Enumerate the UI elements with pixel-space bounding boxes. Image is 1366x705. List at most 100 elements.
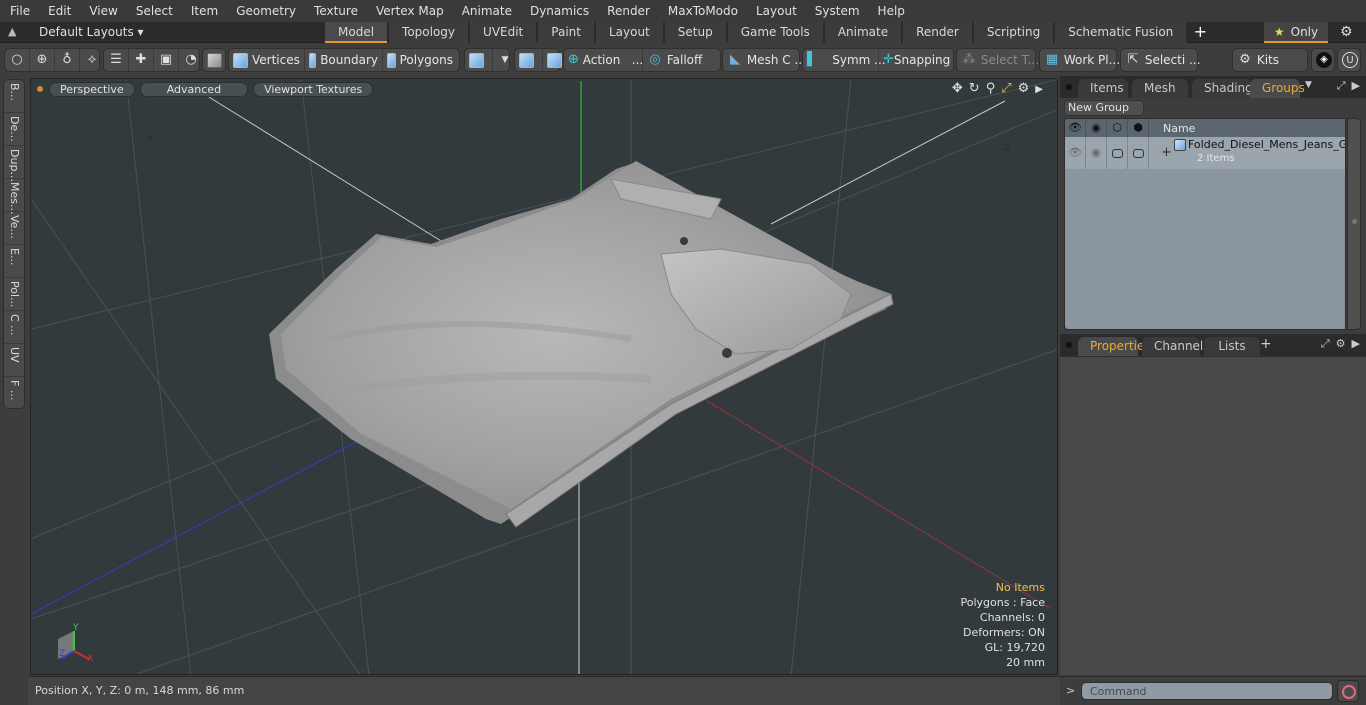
new-group-button[interactable]: New Group: [1064, 100, 1144, 116]
left-tab-basic[interactable]: B...: [4, 80, 24, 113]
viewport-expand-arrow-icon[interactable]: ▶: [1035, 81, 1043, 98]
render-column-icon[interactable]: ◉: [1086, 119, 1107, 137]
tab-game-tools[interactable]: Game Tools: [727, 22, 825, 43]
lock-column-icon[interactable]: ⬡: [1107, 119, 1128, 137]
add-tab-button[interactable]: +: [1188, 22, 1212, 43]
tab-animate[interactable]: Animate: [824, 22, 904, 43]
left-tab-fusion[interactable]: F ...: [4, 377, 24, 410]
left-tab-vertex[interactable]: Ve...: [4, 212, 24, 245]
falloff-button[interactable]: ◎ Falloff: [643, 49, 720, 71]
panel-menu-dot[interactable]: [1066, 84, 1072, 90]
viewport-menu-dot[interactable]: [37, 86, 43, 92]
selection-sets-button[interactable]: ⇱ Selecti ...: [1121, 49, 1204, 71]
name-column-header[interactable]: Name: [1149, 122, 1195, 135]
left-tab-deform[interactable]: De...: [4, 113, 24, 146]
action-center-button[interactable]: ⊕ Action ...: [564, 49, 643, 71]
left-tab-edge[interactable]: E...: [4, 245, 24, 278]
item-mode-button[interactable]: [203, 49, 230, 71]
lock-toggle[interactable]: [1107, 137, 1128, 169]
globe-button[interactable]: ⊕: [30, 49, 55, 71]
view-perspective-button[interactable]: Perspective: [49, 81, 135, 97]
group-name[interactable]: Folded_Diesel_Mens_Jeans_G...: [1188, 138, 1345, 151]
visibility-column-icon[interactable]: 👁: [1065, 119, 1086, 137]
menu-maxtomodo[interactable]: MaxToModo: [658, 0, 746, 22]
align-button[interactable]: ☰: [104, 49, 129, 71]
work-plane-button[interactable]: ▦ Work Pl...: [1040, 49, 1124, 71]
select-column-icon[interactable]: ⬢: [1128, 119, 1149, 137]
tab-paint[interactable]: Paint: [538, 22, 596, 43]
polygons-button[interactable]: Polygons: [383, 49, 457, 71]
expand-panel-icon[interactable]: ⤢: [1321, 337, 1330, 351]
uv-cross-button[interactable]: ✚: [129, 49, 154, 71]
tab-properties[interactable]: Properties: [1078, 337, 1151, 356]
tab-channels[interactable]: Channels: [1142, 337, 1210, 356]
tab-model[interactable]: Model: [325, 22, 390, 43]
tab-layout[interactable]: Layout: [595, 22, 665, 43]
left-tab-polygon[interactable]: Pol...: [4, 278, 24, 311]
unreal-button[interactable]: U: [1338, 49, 1362, 71]
expand-group-button[interactable]: +: [1161, 145, 1172, 160]
menu-file[interactable]: File: [0, 0, 38, 22]
dial-button[interactable]: ◔: [179, 49, 203, 71]
tab-topology[interactable]: Topology: [389, 22, 471, 43]
menu-help[interactable]: Help: [868, 0, 913, 22]
panel-menu-dot[interactable]: [1066, 342, 1072, 348]
menu-item[interactable]: Item: [181, 0, 226, 22]
group-row[interactable]: 👁 ◉ + Folded_Diesel_Mens_Jeans_G... 2 It…: [1065, 137, 1345, 169]
pen-button[interactable]: ♁: [55, 49, 80, 71]
menu-system[interactable]: System: [805, 0, 868, 22]
3d-viewport[interactable]: Y X Z -X -Z Perspective Advanced Viewpor…: [30, 78, 1058, 675]
menu-texture[interactable]: Texture: [304, 0, 366, 22]
tab-render[interactable]: Render: [903, 22, 974, 43]
tab-groups[interactable]: Groups: [1250, 79, 1305, 98]
tab-shading[interactable]: Shading: [1192, 79, 1253, 98]
rotate-icon[interactable]: ↻: [969, 81, 980, 98]
only-toggle[interactable]: ★ Only: [1264, 22, 1328, 43]
lasso-button[interactable]: ⟡: [80, 49, 104, 71]
pivot-button[interactable]: [515, 49, 543, 71]
material-mode-button[interactable]: [465, 49, 493, 71]
tab-mesh[interactable]: Mesh ...: [1132, 79, 1188, 113]
unity-button[interactable]: ◈: [1312, 49, 1336, 71]
collapse-up-icon[interactable]: ▲: [8, 25, 20, 39]
menu-animate[interactable]: Animate: [452, 0, 520, 22]
left-tab-curve[interactable]: C ...: [4, 311, 24, 344]
tab-scripting[interactable]: Scripting: [973, 22, 1056, 43]
groups-scrollbar[interactable]: [1347, 118, 1361, 330]
expand-panel-icon[interactable]: ⤢: [1337, 79, 1346, 93]
kits-button[interactable]: ⚙ Kits: [1233, 49, 1283, 71]
viewport-gear-icon[interactable]: ⚙: [1018, 81, 1030, 98]
render-toggle-icon[interactable]: ◉: [1086, 137, 1107, 169]
viewport-textures-button[interactable]: Viewport Textures: [253, 81, 374, 97]
left-tab-uv[interactable]: UV: [4, 344, 24, 377]
menu-dynamics[interactable]: Dynamics: [520, 0, 597, 22]
mesh-constraint-button[interactable]: ◣ Mesh C ...: [723, 49, 810, 71]
left-tab-mesh-edit[interactable]: Mes...: [4, 179, 24, 214]
tab-uvedit[interactable]: UVEdit: [470, 22, 539, 43]
circle-select-button[interactable]: ○: [5, 49, 30, 71]
tabs-dropdown-icon[interactable]: ▼: [1305, 80, 1312, 90]
record-macro-button[interactable]: [1337, 680, 1359, 702]
vertices-button[interactable]: Vertices: [229, 49, 305, 71]
panel-arrow-icon[interactable]: ▶: [1352, 79, 1360, 93]
layout-selector[interactable]: Default Layouts ▾: [39, 22, 144, 43]
command-input[interactable]: [1081, 682, 1333, 700]
menu-vertex-map[interactable]: Vertex Map: [366, 0, 452, 22]
menu-select[interactable]: Select: [126, 0, 181, 22]
tab-lists[interactable]: Lists: [1204, 337, 1260, 356]
menu-edit[interactable]: Edit: [38, 0, 79, 22]
snapping-button[interactable]: ✛ Snapping: [879, 49, 953, 71]
tab-items[interactable]: Items: [1078, 79, 1128, 98]
gear-icon[interactable]: ⚙: [1340, 22, 1353, 43]
shading-advanced-button[interactable]: Advanced: [139, 81, 249, 97]
panel-gear-icon[interactable]: ⚙: [1336, 337, 1346, 351]
menu-geometry[interactable]: Geometry: [226, 0, 304, 22]
zoom-icon[interactable]: ⚲: [986, 81, 996, 98]
menu-view[interactable]: View: [79, 0, 125, 22]
frame-button[interactable]: ▣: [154, 49, 179, 71]
visibility-toggle-icon[interactable]: 👁: [1065, 137, 1086, 169]
maximize-icon[interactable]: ⤢: [1001, 81, 1011, 98]
left-tab-duplicate[interactable]: Dup...: [4, 146, 24, 182]
boundary-button[interactable]: Boundary: [305, 49, 383, 71]
pan-icon[interactable]: ✥: [952, 81, 963, 98]
